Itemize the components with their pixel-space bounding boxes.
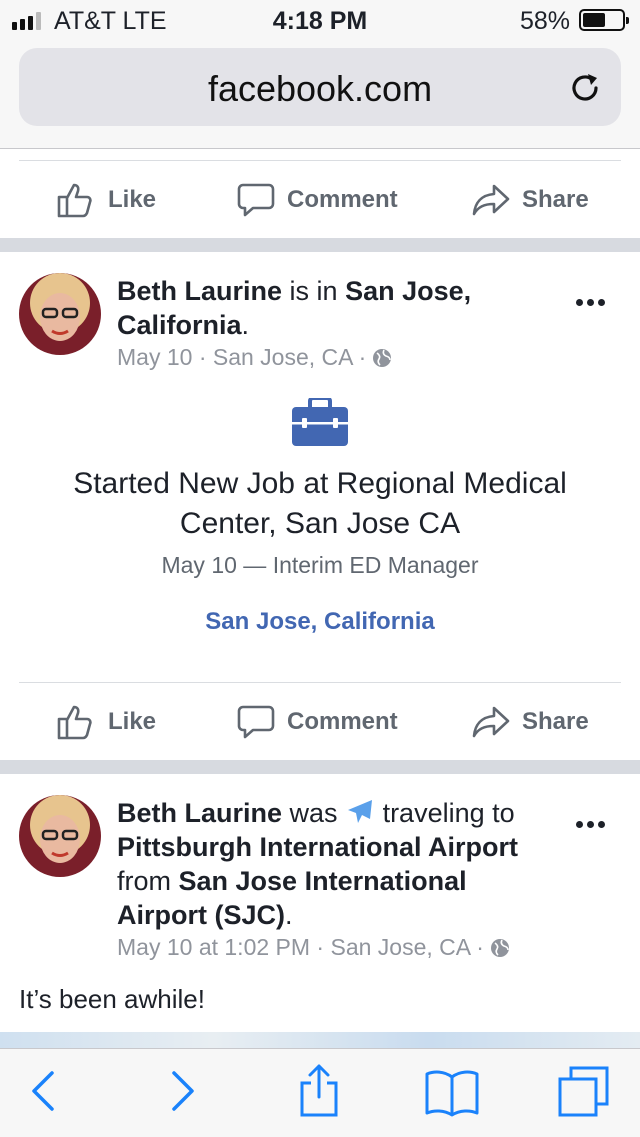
destination-name[interactable]: Pittsburgh International Airport [117, 832, 518, 862]
comment-button[interactable]: Comment [237, 683, 398, 760]
battery-nub [626, 17, 629, 24]
life-event-subtitle: May 10 — Interim ED Manager [161, 552, 479, 578]
location-link[interactable]: San Jose, California [30, 608, 610, 636]
post-meta-text[interactable]: May 10 at 1:02 PM · San Jose, CA · [117, 934, 484, 961]
reload-icon[interactable] [567, 70, 603, 106]
share-button[interactable]: Share [472, 683, 589, 760]
post-text: It’s been awhile! [19, 984, 205, 1014]
chevron-left-icon[interactable] [30, 1069, 56, 1113]
browser-address-area: facebook.com [0, 40, 640, 149]
life-event-title: Started New Job at Regional Medical Cent… [73, 467, 567, 540]
avatar-image [19, 795, 101, 877]
thumbs-up-icon [57, 183, 92, 217]
headline-end: . [241, 310, 250, 340]
comment-label: Comment [287, 185, 398, 213]
status-bar: AT&T LTE 4:18 PM 58% [0, 0, 640, 40]
share-label: Share [522, 707, 589, 735]
share-sheet-icon[interactable] [298, 1063, 340, 1117]
share-arrow-icon [472, 706, 510, 737]
chevron-right-icon[interactable] [170, 1069, 196, 1113]
avatar[interactable] [19, 273, 101, 355]
headline-connector: is in [282, 276, 346, 306]
like-button[interactable]: Like [56, 683, 156, 760]
comment-icon [237, 183, 275, 216]
url-text[interactable]: facebook.com [19, 68, 621, 110]
author-name[interactable]: Beth Laurine [117, 798, 282, 828]
like-label: Like [108, 707, 157, 735]
post-meta: May 10 at 1:02 PM · San Jose, CA · [117, 934, 510, 961]
post-meta: May 10 · San Jose, CA · [117, 344, 392, 371]
share-button[interactable]: Share [472, 161, 589, 238]
headline-from: from [117, 866, 179, 896]
more-options-button[interactable] [576, 815, 612, 828]
globe-icon [373, 348, 392, 367]
avatar[interactable] [19, 795, 101, 877]
feed-gap [0, 760, 640, 774]
globe-icon [490, 938, 509, 957]
comment-label: Comment [287, 707, 398, 735]
book-icon[interactable] [424, 1069, 480, 1117]
feed-post: Beth Laurine is in San Jose, California.… [0, 252, 640, 760]
share-arrow-icon [472, 184, 510, 215]
post-action-bar: Like Comment Share [0, 683, 640, 760]
post-headline: Beth Laurine is in San Jose, California. [117, 274, 557, 342]
address-bar[interactable]: facebook.com [19, 48, 621, 126]
more-options-button[interactable] [576, 293, 612, 306]
like-label: Like [108, 185, 157, 213]
thumbs-up-icon [57, 705, 92, 739]
battery-percent: 58% [519, 7, 570, 35]
share-label: Share [522, 185, 589, 213]
map-preview[interactable] [0, 1032, 640, 1048]
avatar-image [19, 273, 101, 355]
headline-traveling: traveling to [375, 798, 515, 828]
comment-icon [237, 705, 275, 738]
feed-post: Beth Laurine was traveling to Pittsburgh… [0, 774, 640, 1048]
battery-fill [583, 13, 606, 27]
battery-icon [579, 9, 629, 31]
comment-button[interactable]: Comment [237, 161, 398, 238]
post-meta-text[interactable]: May 10 · San Jose, CA · [117, 344, 366, 371]
airplane-icon [348, 800, 373, 823]
tabs-icon[interactable] [557, 1065, 611, 1119]
author-name[interactable]: Beth Laurine [117, 276, 282, 306]
headline-was: was [282, 798, 346, 828]
briefcase-icon [292, 398, 348, 446]
post-action-bar: Like Comment Share [0, 161, 640, 238]
headline-end: . [285, 900, 293, 930]
browser-toolbar [0, 1048, 640, 1137]
like-button[interactable]: Like [56, 161, 156, 238]
post-headline: Beth Laurine was traveling to Pittsburgh… [117, 796, 557, 932]
feed-gap [0, 238, 640, 252]
